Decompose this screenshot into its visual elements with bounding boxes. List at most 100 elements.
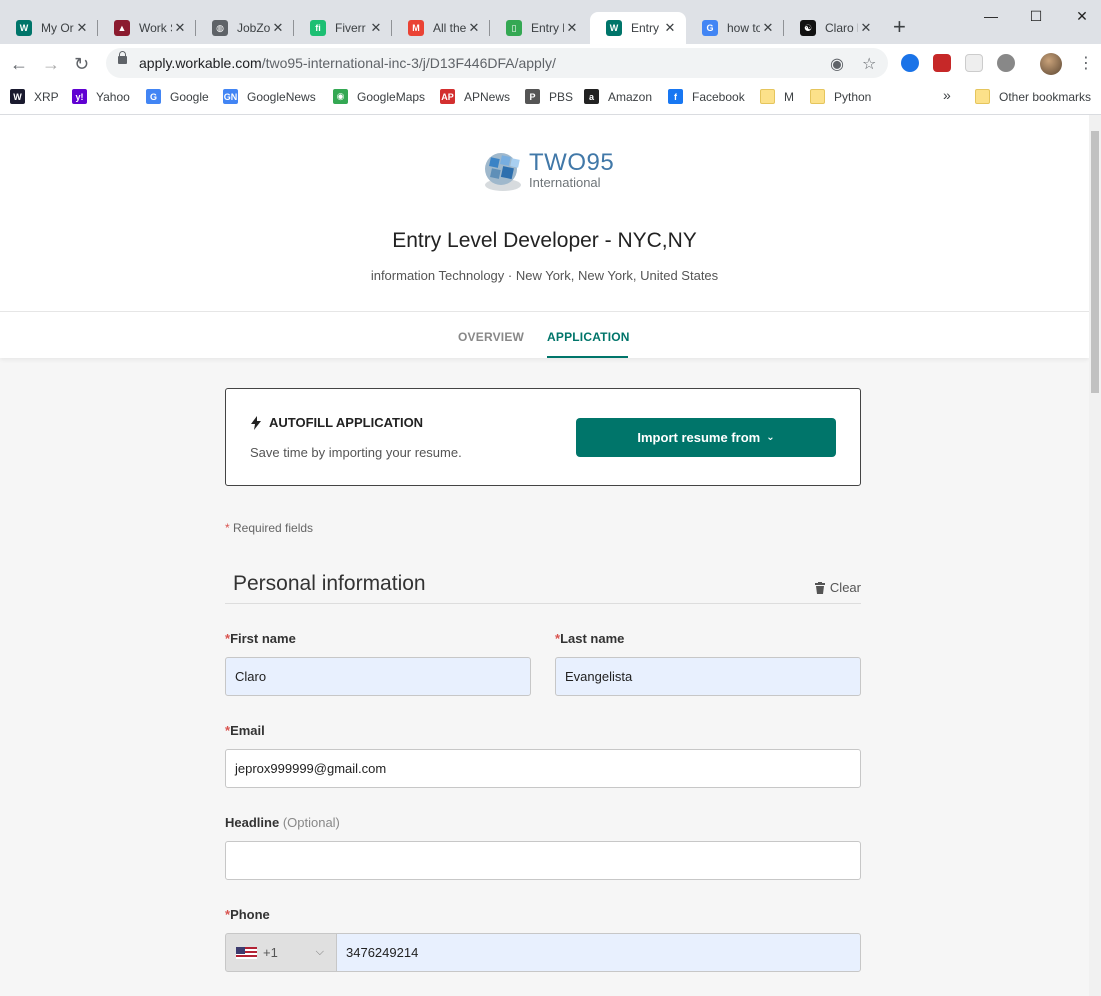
bookmark-star-icon[interactable]: ☆ [862, 54, 876, 74]
bookmark-item[interactable]: GN GoogleNews [223, 89, 316, 104]
close-tab-icon[interactable]: ✕ [172, 20, 188, 36]
first-name-label: *First name [225, 631, 296, 646]
bookmark-other[interactable]: Other bookmarks [975, 89, 1091, 104]
headline-label: Headline (Optional) [225, 815, 340, 830]
browser-tab[interactable]: M All the ✕ [392, 12, 490, 44]
extension-reader-icon[interactable] [965, 54, 983, 72]
close-tab-icon[interactable]: ✕ [564, 20, 580, 36]
browser-tab[interactable]: ▲ Work S✕ [98, 12, 196, 44]
bookmark-label: Python [834, 89, 872, 104]
browser-tab[interactable]: W My Or ✕ [0, 12, 98, 44]
bookmark-favicon-icon: f [668, 89, 683, 104]
tab-title: Fiverr [335, 21, 366, 35]
address-bar[interactable]: apply.workable.com/two95-international-i… [106, 48, 888, 78]
bookmarks-overflow-icon[interactable]: » [943, 87, 951, 103]
bookmark-favicon-icon: a [584, 89, 599, 104]
tab-favicon-icon: fi [310, 20, 326, 36]
tab-title: Work S [139, 21, 172, 35]
bookmark-label: Facebook [692, 89, 745, 104]
browser-toolbar: ← → ↻ apply.workable.com/two95-internati… [0, 44, 1101, 82]
close-tab-icon[interactable]: ✕ [74, 20, 90, 36]
tab-title: Claro l [825, 21, 858, 35]
bookmark-label: Amazon [608, 89, 653, 104]
bookmark-item[interactable]: f Facebook [668, 89, 745, 104]
chevron-down-icon: ⌵ [315, 946, 324, 958]
menu-kebab-icon[interactable]: ⋮ [1078, 53, 1094, 73]
bookmark-item[interactable]: a Amazon [584, 89, 652, 104]
close-window-icon[interactable]: ✕ [1072, 8, 1092, 25]
bookmark-item[interactable]: AP APNews [440, 89, 510, 104]
close-tab-icon[interactable]: ✕ [662, 20, 678, 36]
close-tab-icon[interactable]: ✕ [466, 20, 482, 36]
tab-title: All the [433, 21, 466, 35]
headline-input[interactable] [225, 841, 861, 880]
bookmark-item[interactable]: M [760, 89, 794, 104]
country-code-value: +1 [263, 945, 278, 960]
tab-application[interactable]: APPLICATION [547, 330, 630, 344]
trash-icon [814, 581, 825, 594]
maximize-icon[interactable]: ☐ [1026, 8, 1046, 25]
page-scrollbar[interactable] [1089, 115, 1101, 996]
bookmark-label: GoogleNews [247, 89, 316, 104]
back-icon[interactable]: ← [10, 54, 28, 75]
close-tab-icon[interactable]: ✕ [760, 20, 776, 36]
bookmark-item[interactable]: ◉ GoogleMaps [333, 89, 425, 104]
profile-avatar[interactable] [1040, 53, 1062, 75]
scrollbar-thumb[interactable] [1091, 131, 1099, 393]
browser-tab[interactable]: ☯ Claro l ✕ [784, 12, 882, 44]
tab-title: Entry l [531, 21, 564, 35]
import-resume-button[interactable]: Import resume from ⌄ [576, 418, 836, 457]
minimize-icon[interactable]: — [981, 8, 1001, 24]
company-logo-mark-icon [485, 153, 521, 191]
phone-label: *Phone [225, 907, 270, 922]
folder-icon [760, 89, 775, 104]
tab-title: JobZo [237, 21, 270, 35]
extension-bookmark-icon[interactable] [901, 54, 919, 72]
browser-tab[interactable]: fi Fiverr ✕ [294, 12, 392, 44]
close-tab-icon[interactable]: ✕ [368, 20, 384, 36]
new-tab-button[interactable]: + [893, 14, 906, 40]
bookmark-label: Other bookmarks [999, 89, 1092, 104]
tab-favicon-icon: ▲ [114, 20, 130, 36]
import-resume-label: Import resume from [637, 430, 761, 445]
last-name-input[interactable]: Evangelista [555, 657, 861, 696]
forward-icon[interactable]: → [42, 54, 60, 75]
tab-favicon-icon: ◍ [212, 20, 228, 36]
reload-icon[interactable]: ↻ [74, 54, 89, 75]
tab-overview[interactable]: OVERVIEW [458, 330, 524, 344]
section-title: Personal information [233, 572, 426, 595]
country-code-select[interactable]: +1 ⌵ [225, 933, 337, 972]
personal-info-section-header: Personal information Clear [225, 570, 861, 604]
browser-tab[interactable]: W Entry l ✕ [590, 12, 686, 44]
browser-tab[interactable]: Ghow to ✕ [686, 12, 784, 44]
first-name-input[interactable]: Claro [225, 657, 531, 696]
close-tab-icon[interactable]: ✕ [858, 20, 874, 36]
bookmark-label: Google [170, 89, 209, 104]
clear-button[interactable]: Clear [814, 580, 861, 595]
active-tab-indicator [547, 356, 628, 358]
autofill-title: AUTOFILL APPLICATION [269, 415, 424, 430]
bookmark-label: APNews [464, 89, 511, 104]
bookmark-item[interactable]: Python [810, 89, 871, 104]
extension-shield-icon[interactable] [933, 54, 951, 72]
browser-tab[interactable]: ▯ Entry l ✕ [490, 12, 588, 44]
bookmark-favicon-icon: P [525, 89, 540, 104]
bookmark-item[interactable]: G Google [146, 89, 209, 104]
lock-icon[interactable] [118, 51, 127, 64]
company-logo[interactable]: TWO95 International [481, 147, 621, 197]
browser-tab[interactable]: ◍ JobZo ✕ [196, 12, 294, 44]
bookmark-favicon-icon: ◉ [333, 89, 348, 104]
url-text[interactable]: apply.workable.com/two95-international-i… [139, 55, 556, 71]
bookmark-item[interactable]: W XRP [10, 89, 59, 104]
blocked-cookie-icon[interactable]: ◉ [830, 54, 844, 74]
bookmark-item[interactable]: y! Yahoo [72, 89, 130, 104]
extension-bug-icon[interactable] [997, 54, 1015, 72]
job-title: Entry Level Developer - NYC,NY [392, 229, 697, 252]
bookmark-item[interactable]: P PBS [525, 89, 573, 104]
email-field[interactable]: jeprox999999@gmail.com [225, 749, 861, 788]
tab-favicon-icon: G [702, 20, 718, 36]
phone-input[interactable]: 3476249214 [336, 933, 861, 972]
close-tab-icon[interactable]: ✕ [270, 20, 286, 36]
tab-favicon-icon: ☯ [800, 20, 816, 36]
us-flag-icon [236, 946, 257, 959]
